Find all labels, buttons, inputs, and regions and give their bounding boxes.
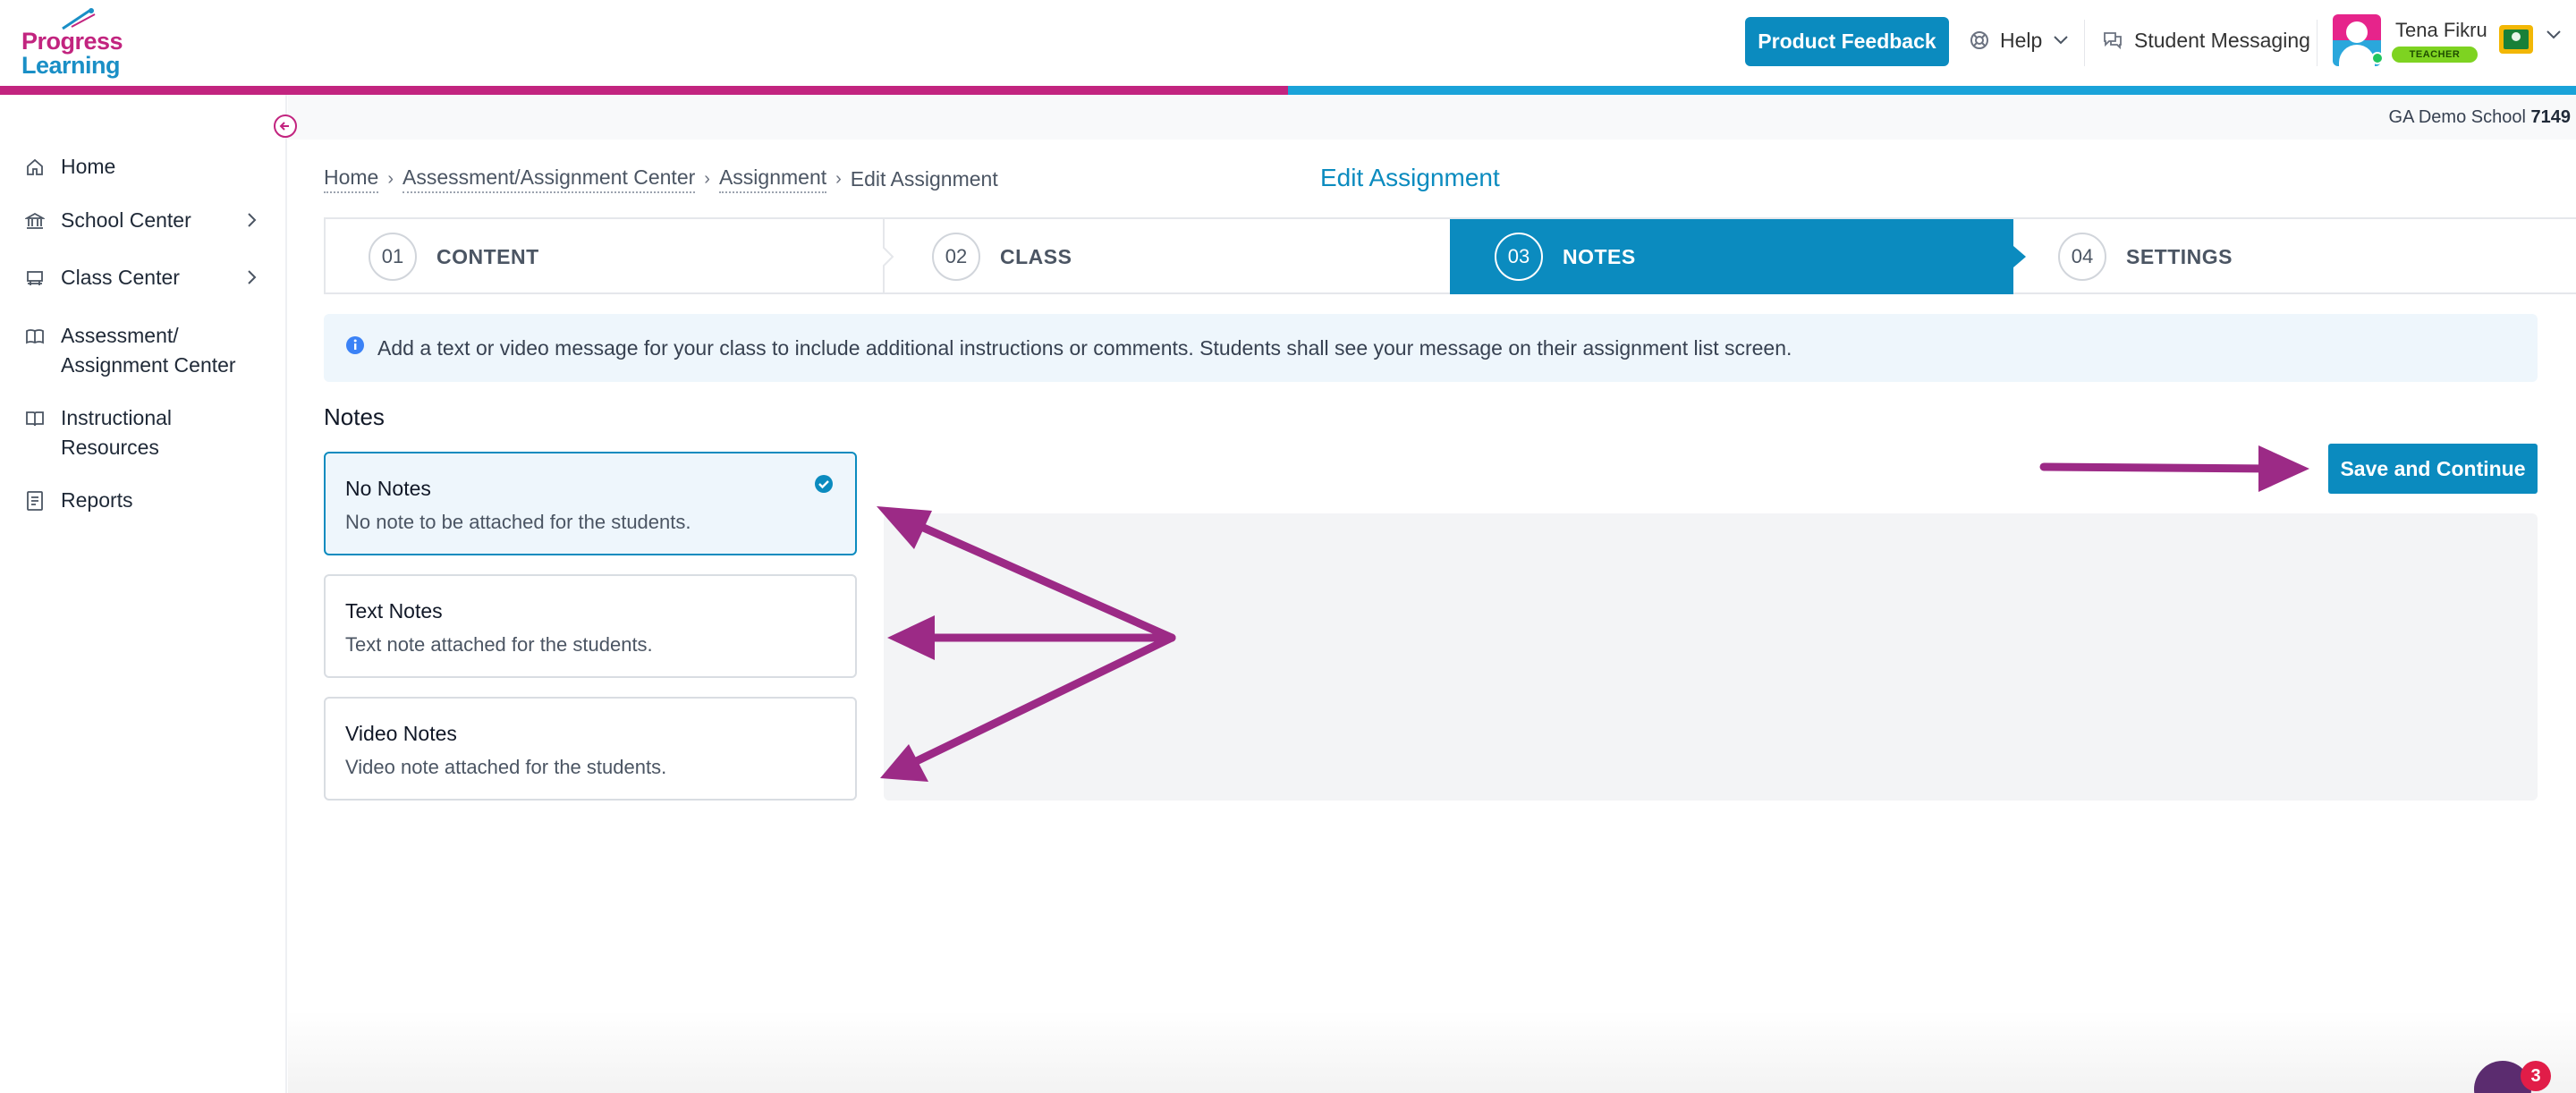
- sidebar-item-label: School Center: [61, 208, 191, 232]
- school-name-text: GA Demo School: [2388, 107, 2526, 127]
- sidebar-item-home[interactable]: Home: [25, 152, 115, 182]
- step-label: NOTES: [1563, 244, 1636, 268]
- school-strip: [288, 95, 2576, 140]
- school-number: 7149: [2530, 107, 2572, 127]
- class-icon: [27, 270, 43, 285]
- check-circle-icon: [815, 475, 833, 493]
- note-option-text-notes[interactable]: Text Notes Text note attached for the st…: [324, 574, 857, 678]
- sidebar-item-label: Resources: [61, 436, 159, 459]
- logo-text-line2: Learning: [21, 52, 121, 79]
- note-option-no-notes[interactable]: No Notes No note to be attached for the …: [324, 452, 857, 555]
- step-label: CLASS: [1000, 244, 1072, 268]
- sidebar-item-label: Home: [61, 155, 116, 178]
- product-feedback-button[interactable]: Product Feedback: [1745, 17, 1949, 66]
- google-classroom-icon[interactable]: [2499, 25, 2533, 54]
- sidebar-item-label: Instructional: [61, 406, 173, 429]
- assignment-stepper: 01 CONTENT 02 CLASS 03 NOTES 04 SETTINGS: [324, 217, 2576, 294]
- student-messaging-label: Student Messaging: [2134, 28, 2310, 52]
- lifebuoy-icon: [1970, 31, 1988, 49]
- breadcrumb: Home › Assessment/Assignment Center › As…: [324, 165, 998, 193]
- note-option-video-notes[interactable]: Video Notes Video note attached for the …: [324, 697, 857, 801]
- info-message: Add a text or video message for your cla…: [324, 314, 2538, 382]
- online-status-dot: [2371, 52, 2384, 64]
- chevron-right-icon[interactable]: [245, 268, 258, 286]
- active-step-arrow-icon: [2013, 246, 2026, 267]
- sidebar-item-label: Class Center: [61, 266, 180, 289]
- book-icon: [26, 411, 44, 426]
- sidebar-item-label: Assignment Center: [61, 353, 236, 377]
- avatar-body: [2339, 45, 2375, 66]
- brand-bar-blue: [1288, 86, 2576, 95]
- chevron-right-icon[interactable]: [245, 211, 258, 229]
- sidebar-item-label: Assessment/: [61, 324, 179, 347]
- note-option-description: Video note attached for the students.: [345, 756, 667, 778]
- chevron-right-icon: ›: [835, 169, 842, 189]
- page-title: Edit Assignment: [1320, 164, 1500, 191]
- step-settings[interactable]: 04 SETTINGS: [2013, 219, 2576, 294]
- sidebar-item-class-center[interactable]: Class Center: [25, 263, 180, 292]
- arrow-left-icon: [279, 122, 289, 131]
- progress-learning-logo[interactable]: Progress Learning: [21, 7, 129, 79]
- save-and-continue-button[interactable]: Save and Continue: [2328, 444, 2538, 494]
- top-header: Progress Learning Product Feedback Help …: [0, 0, 2576, 86]
- step-notes[interactable]: 03 NOTES: [1450, 219, 2013, 294]
- info-text: Add a text or video message for your cla…: [377, 336, 1792, 360]
- note-option-title: No Notes: [345, 477, 431, 500]
- chevron-right-icon: ›: [704, 169, 710, 189]
- home-icon: [27, 158, 43, 175]
- note-preview-panel: [884, 513, 2538, 801]
- sidebar-item-school-center[interactable]: School Center: [25, 206, 191, 235]
- brand-bar-pink: [0, 86, 1288, 95]
- student-messaging-link[interactable]: Student Messaging: [2102, 25, 2310, 55]
- logo-text-line1: Progress: [21, 28, 123, 55]
- user-menu-chevron-icon[interactable]: [2546, 30, 2562, 40]
- header-divider: [2084, 20, 2085, 66]
- step-label: SETTINGS: [2126, 244, 2233, 268]
- sidebar-item-assessment-center[interactable]: Assessment/ Assignment Center: [25, 321, 236, 380]
- collapse-sidebar-button[interactable]: [274, 114, 297, 138]
- school-icon: [25, 212, 45, 229]
- sidebar: [0, 95, 287, 1093]
- note-option-title: Video Notes: [345, 722, 457, 745]
- bottom-fade: [288, 1011, 2576, 1093]
- book-open-icon: [26, 328, 44, 343]
- info-icon: [346, 336, 364, 354]
- step-content[interactable]: 01 CONTENT: [324, 219, 887, 294]
- breadcrumb-home[interactable]: Home: [324, 165, 379, 193]
- chat-messages-icon: [2104, 32, 2122, 50]
- user-name[interactable]: Tena Fikru: [2395, 19, 2487, 42]
- report-icon: [27, 490, 43, 511]
- step-number: 04: [2058, 233, 2106, 281]
- help-menu[interactable]: Help: [1970, 25, 2069, 55]
- step-label: CONTENT: [436, 244, 539, 268]
- step-number: 01: [369, 233, 417, 281]
- notes-heading: Notes: [324, 403, 385, 430]
- chevron-down-icon: [2054, 36, 2069, 45]
- step-number: 03: [1495, 233, 1543, 281]
- step-number: 02: [932, 233, 980, 281]
- sidebar-item-label: Reports: [61, 488, 133, 512]
- step-divider: [324, 219, 326, 294]
- role-badge: TEACHER: [2392, 47, 2478, 63]
- step-class[interactable]: 02 CLASS: [887, 219, 1450, 294]
- note-option-title: Text Notes: [345, 599, 443, 623]
- avatar-head: [2346, 21, 2368, 43]
- note-option-description: Text note attached for the students.: [345, 633, 653, 656]
- help-label: Help: [2000, 28, 2043, 52]
- breadcrumb-assignment[interactable]: Assignment: [718, 165, 827, 193]
- header-divider: [2317, 20, 2318, 66]
- breadcrumb-current: Edit Assignment: [850, 167, 998, 191]
- sidebar-item-instructional-resources[interactable]: Instructional Resources: [25, 403, 172, 462]
- chevron-right-icon: ›: [387, 169, 394, 189]
- school-name: GA Demo School 7149: [2389, 107, 2571, 128]
- chat-notification-badge: 3: [2521, 1061, 2551, 1091]
- sidebar-item-reports[interactable]: Reports: [25, 486, 133, 515]
- note-option-description: No note to be attached for the students.: [345, 511, 691, 533]
- step-separator-arrow-icon: [883, 219, 894, 294]
- breadcrumb-assessment-center[interactable]: Assessment/Assignment Center: [402, 165, 696, 193]
